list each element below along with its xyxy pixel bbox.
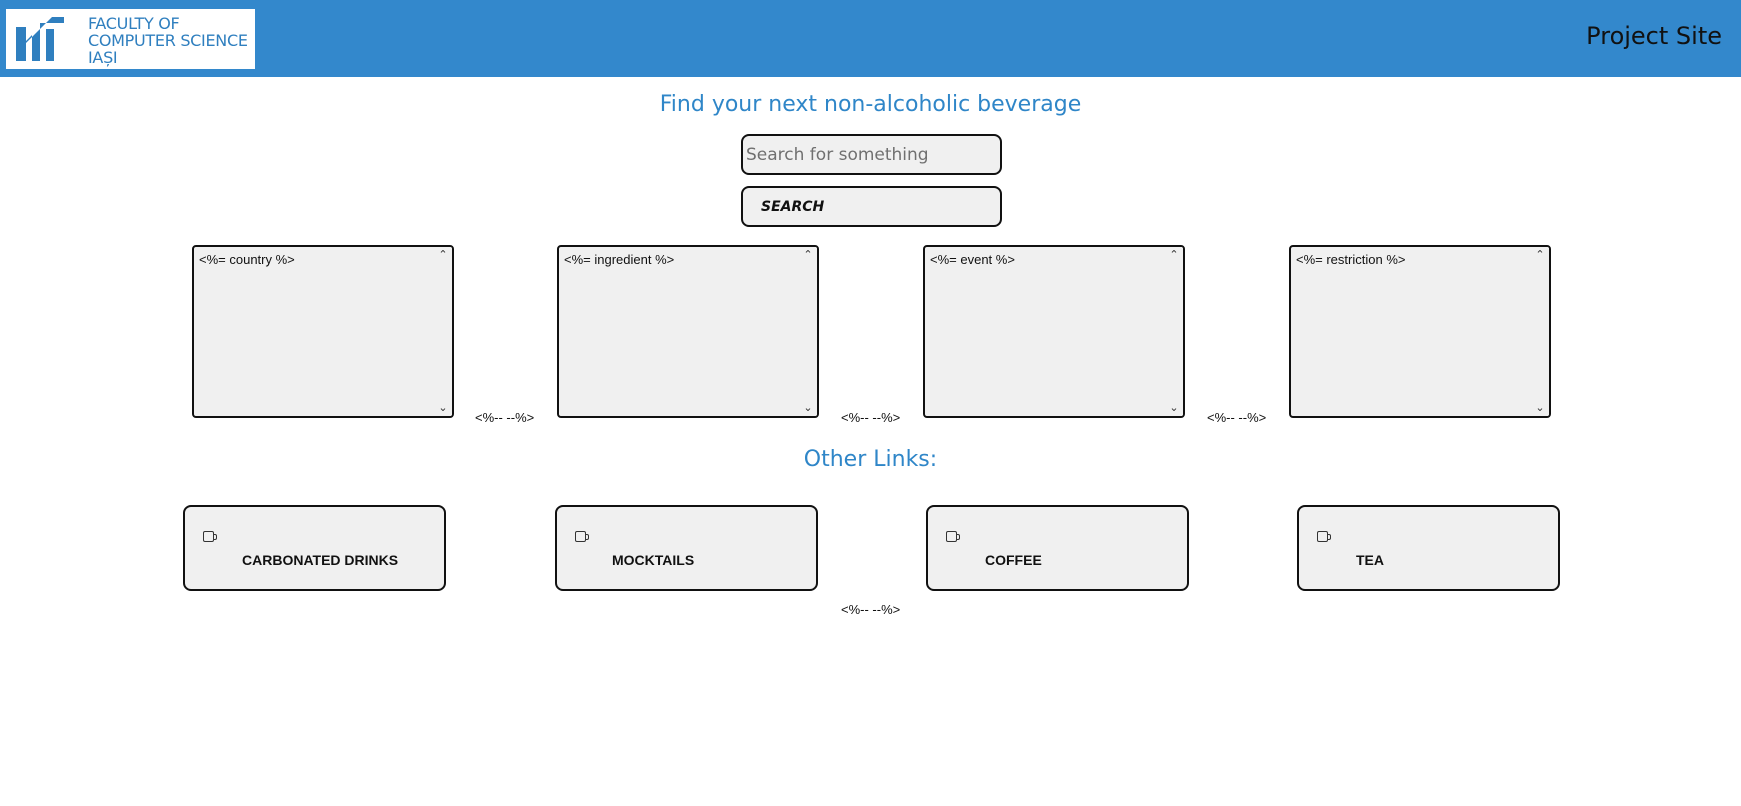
faculty-logo-mark-icon bbox=[12, 13, 68, 65]
ingredient-filter-text: <%= ingredient %> bbox=[564, 252, 675, 267]
link-mocktails[interactable]: MOCKTAILS bbox=[555, 505, 818, 591]
logo-line-1: FACULTY OF bbox=[88, 14, 180, 33]
scroll-down-icon[interactable]: ⌄ bbox=[437, 402, 449, 414]
site-header: FACULTY OF COMPUTER SCIENCE IAȘI Project… bbox=[0, 0, 1741, 77]
link-label: TEA bbox=[1356, 552, 1384, 568]
link-label: CARBONATED DRINKS bbox=[242, 552, 399, 568]
link-label: COFFEE bbox=[985, 552, 1042, 568]
mug-icon bbox=[575, 531, 589, 542]
mug-icon bbox=[946, 531, 960, 542]
scroll-up-icon[interactable]: ⌃ bbox=[1168, 249, 1180, 261]
site-title: Project Site bbox=[1586, 22, 1722, 50]
scroll-up-icon[interactable]: ⌃ bbox=[802, 249, 814, 261]
country-scrollbar[interactable]: ⌃ ⌄ bbox=[435, 247, 452, 416]
mug-icon bbox=[1317, 531, 1331, 542]
link-coffee[interactable]: COFFEE bbox=[926, 505, 1189, 591]
template-comment: <%-- --%> bbox=[841, 410, 901, 425]
restriction-filter-box[interactable]: <%= restriction %> ⌃ ⌄ bbox=[1289, 245, 1551, 418]
event-scrollbar[interactable]: ⌃ ⌄ bbox=[1166, 247, 1183, 416]
other-links-heading: Other Links: bbox=[803, 447, 938, 472]
scroll-up-icon[interactable]: ⌃ bbox=[437, 249, 449, 261]
ingredient-filter-box[interactable]: <%= ingredient %> ⌃ ⌄ bbox=[557, 245, 819, 418]
link-label: MOCKTAILS bbox=[612, 552, 695, 568]
country-filter-text: <%= country %> bbox=[199, 252, 295, 267]
link-tea[interactable]: TEA bbox=[1297, 505, 1560, 591]
template-comment: <%-- --%> bbox=[841, 602, 901, 617]
link-carbonated-drinks[interactable]: CARBONATED DRINKS bbox=[183, 505, 446, 591]
scroll-down-icon[interactable]: ⌄ bbox=[1168, 402, 1180, 414]
restriction-scrollbar[interactable]: ⌃ ⌄ bbox=[1532, 247, 1549, 416]
template-comment: <%-- --%> bbox=[1207, 410, 1267, 425]
template-comment: <%-- --%> bbox=[475, 410, 535, 425]
event-filter-box[interactable]: <%= event %> ⌃ ⌄ bbox=[923, 245, 1185, 418]
mug-icon bbox=[203, 531, 217, 542]
logo-line-3: IAȘI bbox=[88, 48, 118, 67]
logo-text: FACULTY OF COMPUTER SCIENCE IAȘI bbox=[88, 15, 248, 66]
event-filter-text: <%= event %> bbox=[930, 252, 1015, 267]
scroll-down-icon[interactable]: ⌄ bbox=[1534, 402, 1546, 414]
scroll-down-icon[interactable]: ⌄ bbox=[802, 402, 814, 414]
logo-line-2: COMPUTER SCIENCE bbox=[88, 31, 248, 50]
country-filter-box[interactable]: <%= country %> ⌃ ⌄ bbox=[192, 245, 454, 418]
search-button[interactable]: SEARCH bbox=[741, 186, 1002, 227]
search-input[interactable] bbox=[741, 134, 1002, 175]
faculty-logo[interactable]: FACULTY OF COMPUTER SCIENCE IAȘI bbox=[6, 9, 255, 69]
ingredient-scrollbar[interactable]: ⌃ ⌄ bbox=[800, 247, 817, 416]
scroll-up-icon[interactable]: ⌃ bbox=[1534, 249, 1546, 261]
page-title: Find your next non-alcoholic beverage bbox=[659, 92, 1082, 117]
restriction-filter-text: <%= restriction %> bbox=[1296, 252, 1406, 267]
